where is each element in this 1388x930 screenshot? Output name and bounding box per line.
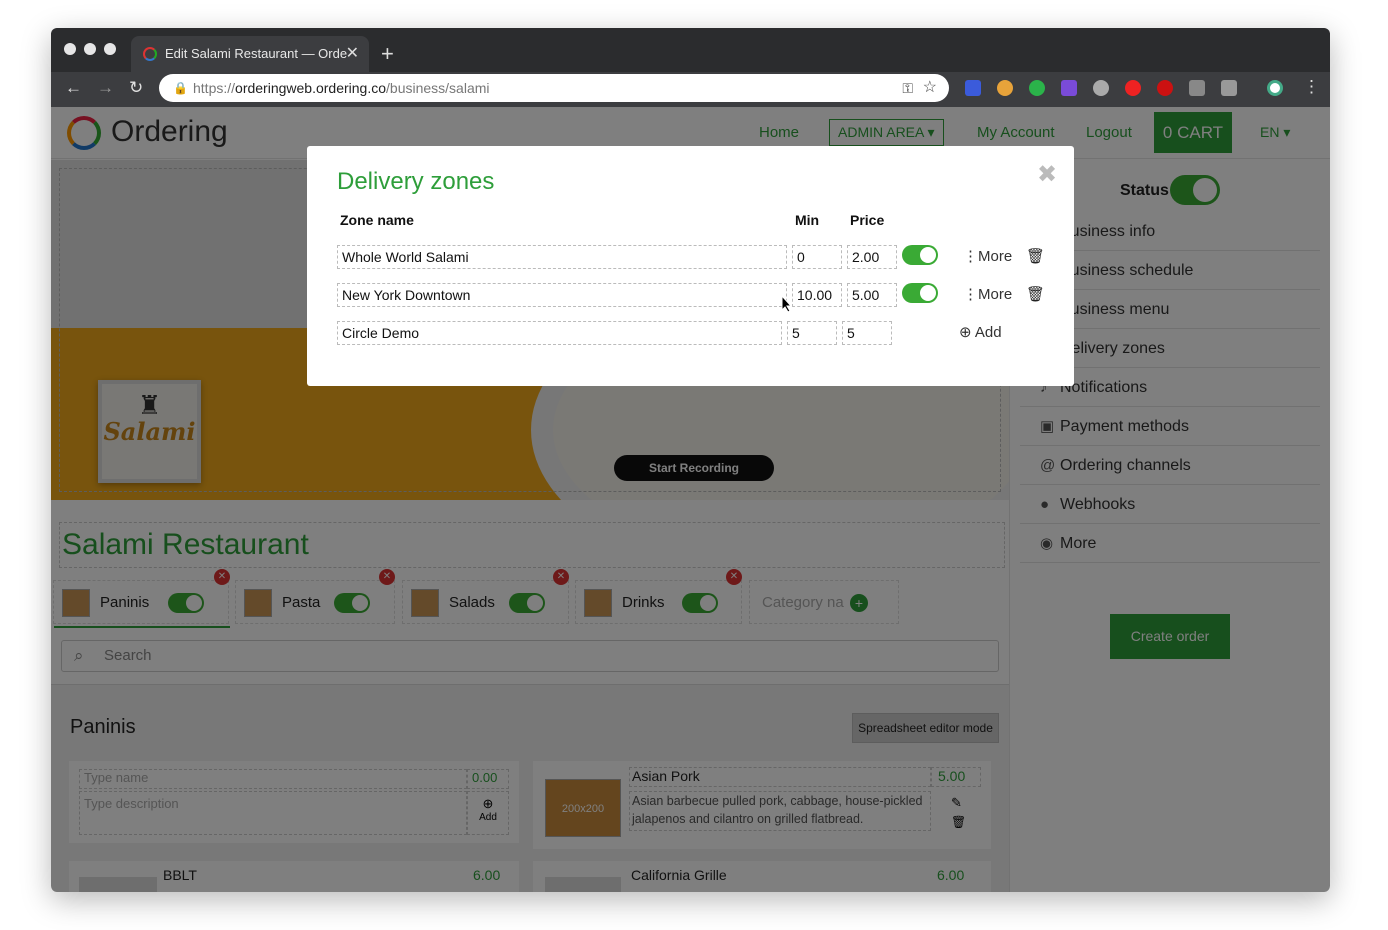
more-button[interactable]: ⋮More [963, 247, 1012, 265]
more-label: More [978, 286, 1013, 303]
lock-icon: 🔒 [173, 81, 188, 95]
extension-icon[interactable] [965, 80, 981, 96]
extension-icon[interactable] [1157, 80, 1173, 96]
mouse-cursor-icon [781, 295, 793, 313]
trash-icon[interactable]: 🗑 [1026, 285, 1045, 303]
zone-toggle[interactable] [902, 283, 938, 303]
zone-price-input[interactable]: 5.00 [847, 283, 897, 307]
zone-name-input[interactable]: Whole World Salami [337, 245, 787, 269]
new-tab-icon[interactable]: + [381, 36, 394, 72]
bookmark-star-icon[interactable]: ☆ [923, 74, 937, 102]
extension-icon[interactable] [1189, 80, 1205, 96]
url-input[interactable]: 🔒 https://orderingweb.ordering.co/busine… [159, 74, 949, 102]
key-icon[interactable]: ⚿ [902, 74, 913, 102]
zone-toggle[interactable] [902, 245, 938, 265]
address-bar: ← → ↻ 🔒 https://orderingweb.ordering.co/… [51, 72, 1330, 107]
new-zone-price-input[interactable]: 5 [842, 321, 892, 345]
zone-min-input[interactable]: 0 [792, 245, 842, 269]
extension-icon[interactable] [1029, 80, 1045, 96]
more-label: More [978, 248, 1013, 265]
tab-strip: Edit Salami Restaurant — Orde ✕ + [51, 28, 1330, 72]
page: Ordering Home ADMIN AREA ▾ My Account Lo… [51, 107, 1330, 892]
browser-tab[interactable]: Edit Salami Restaurant — Orde ✕ [131, 36, 369, 72]
reload-icon[interactable]: ↻ [129, 78, 143, 98]
tab-title: Edit Salami Restaurant — Orde [165, 46, 348, 61]
url-path: /business/salami [386, 80, 490, 96]
zone-min-input[interactable]: 10.00 [792, 283, 842, 307]
extension-icon[interactable] [997, 80, 1013, 96]
browser-window: Edit Salami Restaurant — Orde ✕ + ← → ↻ … [51, 28, 1330, 892]
price-header: Price [850, 212, 885, 228]
zone-name-header: Zone name [340, 212, 414, 228]
extension-icon[interactable] [1221, 80, 1237, 96]
minimize-window-dot[interactable] [84, 43, 96, 55]
close-window-dot[interactable] [64, 43, 76, 55]
delivery-zones-modal: Delivery zones ✖ Zone name Min Price Who… [307, 146, 1074, 386]
url-prefix: https:// [193, 80, 236, 96]
modal-title: Delivery zones [337, 168, 495, 195]
zone-price-input[interactable]: 2.00 [847, 245, 897, 269]
trash-icon[interactable]: 🗑 [1026, 247, 1045, 265]
kebab-icon: ⋮ [963, 286, 978, 303]
profile-icon[interactable] [1267, 80, 1283, 96]
maximize-window-dot[interactable] [104, 43, 116, 55]
add-label: Add [974, 324, 1002, 341]
new-zone-name-input[interactable]: Circle Demo [337, 321, 782, 345]
tab-close-icon[interactable]: ✕ [346, 36, 359, 72]
add-zone-button[interactable]: ⊕ Add [959, 323, 1002, 341]
url-host: orderingweb.ordering.co [235, 80, 387, 96]
min-header: Min [795, 212, 820, 228]
extension-icon[interactable] [1061, 80, 1077, 96]
menu-kebab-icon[interactable]: ⋮ [1303, 77, 1320, 97]
zone-name-input[interactable]: New York Downtown [337, 283, 787, 307]
forward-icon[interactable]: → [97, 78, 114, 98]
new-zone-min-input[interactable]: 5 [787, 321, 837, 345]
plus-circle-icon: ⊕ [959, 324, 975, 341]
kebab-icon: ⋮ [963, 248, 978, 265]
extension-icon[interactable] [1093, 80, 1109, 96]
more-button[interactable]: ⋮More [963, 285, 1012, 303]
favicon-icon [143, 47, 157, 61]
close-icon[interactable]: ✖ [1037, 160, 1057, 189]
back-icon[interactable]: ← [65, 78, 82, 98]
extension-icon[interactable] [1125, 80, 1141, 96]
